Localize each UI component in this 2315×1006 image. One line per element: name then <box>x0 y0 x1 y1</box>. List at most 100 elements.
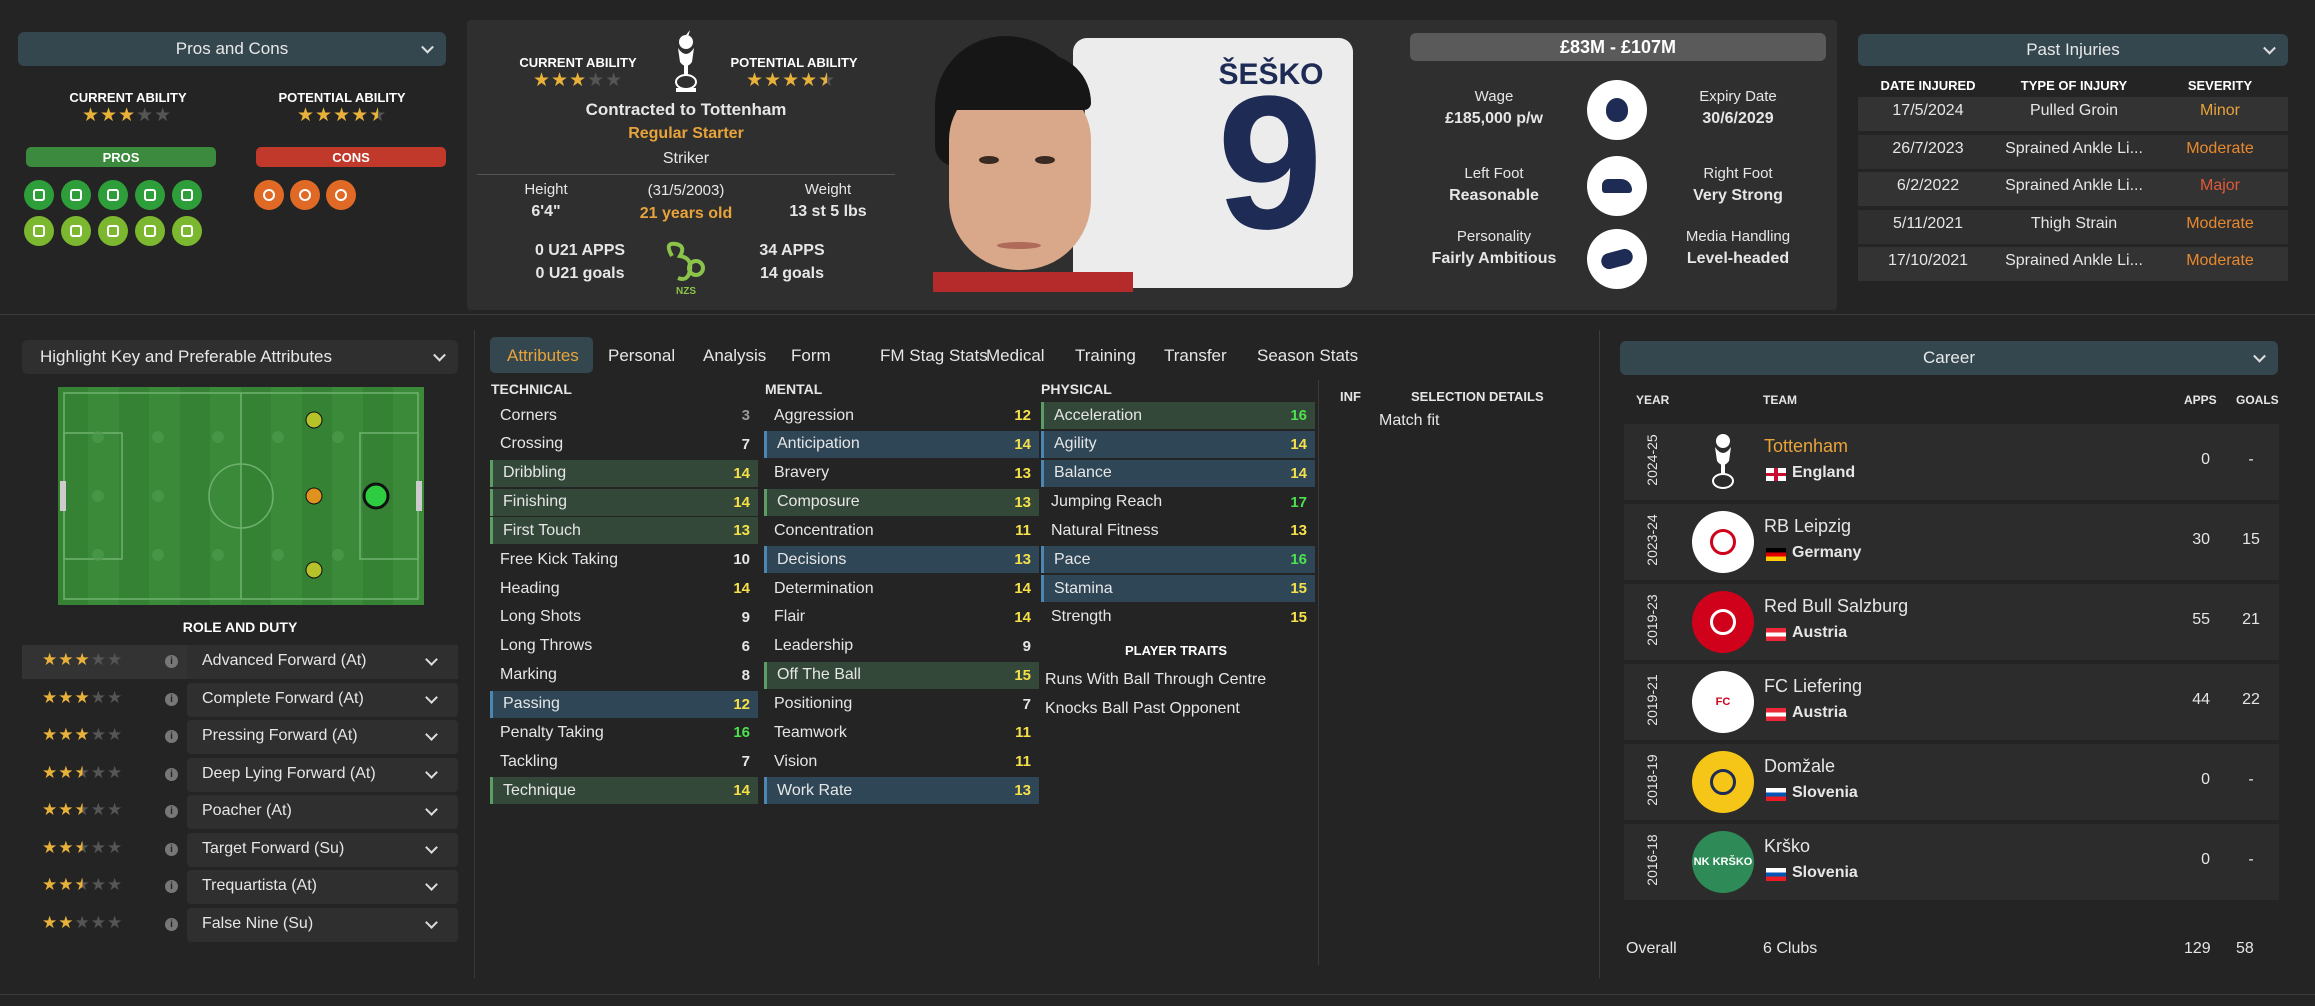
career-goals: - <box>2248 451 2254 468</box>
flask-icon <box>326 180 356 210</box>
flag-icon <box>1766 788 1786 801</box>
career-dropdown[interactable]: Career <box>1620 341 2278 375</box>
role-stars: ★★★★★ <box>42 837 124 857</box>
career-team[interactable]: Krško <box>1764 836 1810 857</box>
career-team[interactable]: Domžale <box>1764 756 1835 777</box>
attribute-row: Strength 15 <box>1041 604 1315 631</box>
attribute-name: Positioning <box>774 695 853 712</box>
left-foot-value: Reasonable <box>1449 187 1539 204</box>
info-icon[interactable]: i <box>165 655 178 668</box>
attribute-row: Pace 16 <box>1041 546 1315 574</box>
weight-label: Weight <box>804 181 852 198</box>
dob-text: (31/5/2003) <box>647 182 725 199</box>
media-label: Media Handling <box>1685 228 1791 245</box>
club-crest-icon <box>1692 511 1754 573</box>
attribute-row: Composure 13 <box>764 488 1039 516</box>
attribute-name: Long Shots <box>500 608 581 626</box>
attribute-row: Agility 14 <box>1041 430 1315 458</box>
info-icon[interactable]: i <box>165 880 178 893</box>
role-item[interactable]: ★★★★★ i Advanced Forward (At) <box>22 645 458 679</box>
tab-transfer[interactable]: Transfer <box>1164 346 1227 366</box>
attribute-row: Dribbling 14 <box>490 459 758 487</box>
attribute-name: First Touch <box>503 521 581 539</box>
injury-header-date: DATE INJURED <box>1880 78 1976 93</box>
role-item[interactable]: ★★★★★ i Complete Forward (At) <box>22 682 458 717</box>
attribute-row: Decisions 13 <box>764 546 1039 574</box>
role-name: Target Forward (Su) <box>202 839 345 857</box>
swirl-icon <box>254 180 284 210</box>
chart-icon <box>98 180 128 210</box>
role-item[interactable]: ★★★★★ i Target Forward (Su) <box>22 832 458 867</box>
attribute-row: Balance 14 <box>1041 459 1315 487</box>
traits-divider <box>1318 380 1319 965</box>
attribute-row: Tackling 7 <box>490 748 758 775</box>
tab-personal[interactable]: Personal <box>608 346 675 366</box>
injury-type: Thigh Strain <box>2030 214 2118 232</box>
role-item[interactable]: ★★★★★ i Deep Lying Forward (At) <box>22 757 458 792</box>
tab-form[interactable]: Form <box>791 346 831 366</box>
profile-current-ability-stars: ★★★★★ <box>533 70 624 91</box>
tab-attributes[interactable]: Attributes <box>507 346 579 366</box>
info-icon[interactable]: i <box>165 842 178 856</box>
highlight-dropdown[interactable]: Highlight Key and Preferable Attributes <box>22 340 458 374</box>
attribute-row: Acceleration 16 <box>1041 402 1315 429</box>
attribute-row: Determination 14 <box>764 575 1039 602</box>
info-icon[interactable]: i <box>165 730 178 743</box>
role-name: Deep Lying Forward (At) <box>202 764 376 782</box>
injury-severity: Major <box>2199 177 2240 194</box>
attribute-value: 15 <box>1014 666 1031 684</box>
trait-item: Knocks Ball Past Opponent <box>1045 700 1240 717</box>
attribute-name: Concentration <box>774 521 874 539</box>
injury-type: Sprained Ankle Li... <box>2005 252 2143 269</box>
pros-label: PROS <box>26 147 216 167</box>
career-team[interactable]: Tottenham <box>1764 436 1848 457</box>
career-year: 2018-19 <box>1644 754 1660 806</box>
info-icon[interactable]: i <box>165 917 178 931</box>
tab-medical[interactable]: Medical <box>986 346 1045 366</box>
attribute-row: Natural Fitness 13 <box>1041 517 1315 544</box>
attribute-name: Passing <box>503 695 560 712</box>
tab-analysis[interactable]: Analysis <box>703 346 766 366</box>
weight-value: 13 st 5 lbs <box>789 203 867 220</box>
club-crest-icon <box>1692 431 1754 493</box>
past-injuries-dropdown[interactable]: Past Injuries <box>1858 34 2288 66</box>
current-ability-stars: ★★★★★ <box>82 105 173 126</box>
bandage-icon <box>172 180 202 210</box>
value-bar: £83M - £107M <box>1410 33 1826 61</box>
transfer-value: £83M - £107M <box>1559 36 1677 57</box>
career-team[interactable]: Red Bull Salzburg <box>1764 596 1908 617</box>
career-team[interactable]: RB Leipzig <box>1764 516 1851 537</box>
attribute-name: Flair <box>774 608 806 626</box>
attribute-value: 14 <box>1290 464 1307 482</box>
role-item[interactable]: ★★★★★ i False Nine (Su) <box>22 907 458 942</box>
info-icon[interactable]: i <box>165 805 178 818</box>
attribute-value: 14 <box>1014 608 1031 626</box>
attribute-name: Technique <box>503 781 576 799</box>
tab-season-stats[interactable]: Season Stats <box>1257 346 1358 366</box>
attribute-value: 13 <box>1014 493 1031 511</box>
tab-fm-stag-stats[interactable]: FM Stag Stats <box>880 346 988 366</box>
profile-potential-ability-stars: ★★★★★ <box>746 70 837 91</box>
attribute-value: 8 <box>741 666 750 684</box>
attribute-row: Technique 14 <box>490 777 758 805</box>
tab-training[interactable]: Training <box>1075 346 1136 366</box>
position-pitch <box>58 387 424 605</box>
attribute-value: 6 <box>741 637 750 655</box>
role-item[interactable]: ★★★★★ i Trequartista (At) <box>22 870 458 904</box>
physical-label: PHYSICAL <box>1041 381 1112 397</box>
info-icon[interactable]: i <box>165 767 178 781</box>
role-item[interactable]: ★★★★★ i Pressing Forward (At) <box>22 720 458 754</box>
career-team[interactable]: FC Liefering <box>1764 676 1862 697</box>
attribute-value: 11 <box>1015 753 1031 771</box>
attribute-name: Bravery <box>774 464 830 482</box>
attribute-row: Corners 3 <box>490 402 758 429</box>
career-goals: - <box>2248 771 2254 788</box>
role-stars: ★★★★★ <box>42 800 124 819</box>
role-item[interactable]: ★★★★★ i Poacher (At) <box>22 795 458 829</box>
club-crest-icon: NK KRŠKO <box>1692 831 1754 893</box>
pros-cons-dropdown[interactable]: Pros and Cons <box>18 32 446 66</box>
attribute-row: Penalty Taking 16 <box>490 719 758 746</box>
role-stars: ★★★★★ <box>42 650 124 669</box>
highlight-label: Highlight Key and Preferable Attributes <box>40 347 333 366</box>
info-icon[interactable]: i <box>165 692 178 706</box>
